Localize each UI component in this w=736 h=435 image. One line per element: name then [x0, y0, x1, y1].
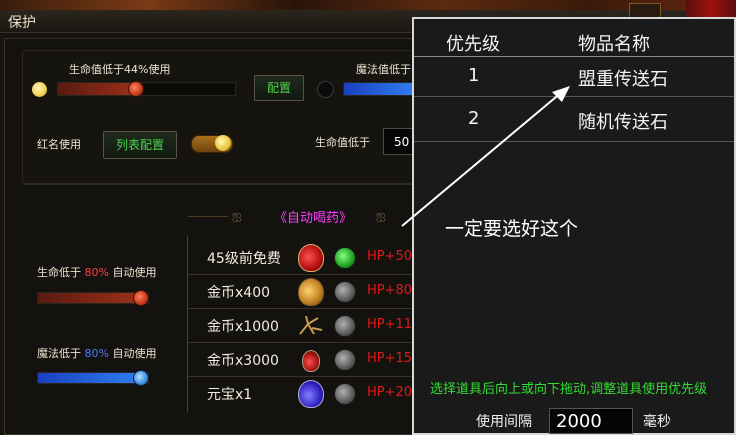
- divider: [25, 184, 413, 185]
- potion-name: 金币x3000: [207, 353, 279, 369]
- potion-hp: HP+80: [367, 283, 413, 298]
- mp-rule-slider-knob[interactable]: [133, 370, 149, 386]
- potion-hp: HP+20: [367, 385, 413, 400]
- mp-use-label: 魔法值低于: [356, 63, 411, 76]
- red-name-toggle-knob: [215, 135, 231, 151]
- hp-rule-slider-fill: [38, 293, 140, 303]
- hp-use-slider[interactable]: [57, 82, 236, 96]
- priority-row[interactable]: 1 盟重传送石: [414, 57, 734, 96]
- ornament-right-icon: ஐ: [376, 208, 386, 222]
- row-divider: [414, 141, 734, 142]
- potion-row[interactable]: 金币x400 HP+80: [188, 274, 418, 309]
- list-config-button[interactable]: 列表配置: [103, 131, 177, 159]
- priority-value: 1: [468, 65, 480, 86]
- potion-select-radio[interactable]: [334, 349, 356, 371]
- purple-potion-icon: [298, 380, 324, 408]
- mp-use-slider-fill: [344, 83, 414, 95]
- priority-item-name: 随机传送石: [578, 112, 668, 133]
- potion-select-radio[interactable]: [334, 383, 356, 405]
- potion-hp: HP+15: [367, 351, 413, 366]
- priority-value: 2: [468, 108, 480, 129]
- potion-hp: HP+50: [367, 249, 413, 264]
- auto-potion-title: 《自动喝药》: [274, 211, 353, 226]
- annotation-text: 一定要选好这个: [445, 218, 579, 240]
- hp-rule-label: 生命低于 80% 自动使用: [37, 264, 156, 280]
- potion-name: 元宝x1: [207, 387, 253, 403]
- hp-rule-suffix: 自动使用: [112, 266, 157, 279]
- potion-select-radio[interactable]: [334, 247, 356, 269]
- potion-select-radio[interactable]: [334, 281, 356, 303]
- priority-row[interactable]: 2 随机传送石: [414, 97, 734, 141]
- root-herb-icon: [299, 315, 323, 335]
- hp-use-radio[interactable]: [32, 82, 47, 97]
- hp-rule-percent: 80%: [84, 266, 109, 279]
- mp-rule-slider-fill: [38, 373, 140, 383]
- red-potion-icon: [298, 244, 324, 272]
- hp-below-input[interactable]: 50: [383, 128, 413, 155]
- potion-row[interactable]: 金币x3000 HP+15: [188, 342, 418, 377]
- priority-hint: 选择道具后向上或向下拖动,调整道具使用优先级: [430, 382, 708, 397]
- gold-potion-icon: [298, 278, 324, 306]
- potion-hp: HP+11: [367, 317, 413, 332]
- interval-unit: 毫秒: [643, 414, 671, 430]
- hp-use-slider-fill: [58, 83, 136, 95]
- potion-row[interactable]: 元宝x1 HP+20: [188, 376, 418, 410]
- window-title: 保护: [8, 15, 36, 31]
- red-name-label: 红名使用: [37, 138, 81, 151]
- mp-rule-suffix: 自动使用: [112, 347, 157, 360]
- ornament-left-icon: ஐ: [232, 208, 242, 222]
- potion-name: 金币x400: [207, 285, 271, 301]
- interval-input[interactable]: 2000: [549, 408, 633, 434]
- mp-rule-label: 魔法低于 80% 自动使用: [37, 345, 156, 361]
- hp-below-label: 生命值低于: [315, 136, 370, 149]
- potion-select-radio[interactable]: [334, 315, 356, 337]
- top-decor-strip: [0, 0, 736, 10]
- mp-use-radio[interactable]: [317, 81, 334, 98]
- hp-rule-slider-knob[interactable]: [133, 290, 149, 306]
- interval-label: 使用间隔: [476, 414, 532, 430]
- col-priority-header: 优先级: [446, 34, 500, 55]
- mp-rule-prefix: 魔法低于: [37, 347, 81, 360]
- heading-line-left: [188, 216, 228, 217]
- config-button[interactable]: 配置: [254, 75, 304, 101]
- mp-use-slider[interactable]: [343, 82, 415, 96]
- potion-row[interactable]: 金币x1000 HP+11: [188, 308, 418, 343]
- hp-use-label: 生命值低于44%使用: [69, 63, 171, 76]
- potion-name: 金币x1000: [207, 319, 279, 335]
- priority-item-name: 盟重传送石: [578, 69, 668, 90]
- potion-row[interactable]: 45级前免费 HP+50: [188, 240, 418, 275]
- col-item-header: 物品名称: [578, 34, 650, 55]
- potion-name: 45级前免费: [207, 251, 281, 267]
- small-red-potion-icon: [302, 350, 320, 372]
- hp-rule-prefix: 生命低于: [37, 266, 81, 279]
- hp-use-slider-knob[interactable]: [128, 81, 144, 97]
- mp-rule-percent: 80%: [84, 347, 109, 360]
